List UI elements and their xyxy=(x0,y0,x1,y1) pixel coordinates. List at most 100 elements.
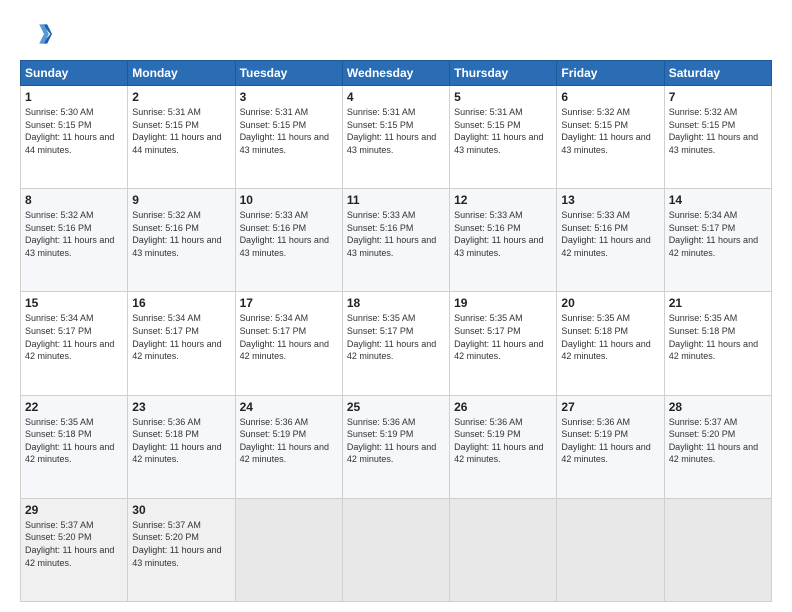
calendar-cell: 29 Sunrise: 5:37 AMSunset: 5:20 PMDayligh… xyxy=(21,498,128,601)
calendar-cell: 13Sunrise: 5:33 AMSunset: 5:16 PMDayligh… xyxy=(557,189,664,292)
day-info: Sunrise: 5:36 AMSunset: 5:18 PMDaylight:… xyxy=(132,416,230,466)
calendar-cell: 3 Sunrise: 5:31 AMSunset: 5:15 PMDaylight… xyxy=(235,86,342,189)
day-number: 18 xyxy=(347,296,445,310)
calendar-cell: 12 Sunrise: 5:33 AMSunset: 5:16 PMDayligh… xyxy=(450,189,557,292)
day-info: Sunrise: 5:34 AMSunset: 5:17 PMDaylight:… xyxy=(669,209,767,259)
day-info: Sunrise: 5:35 AMSunset: 5:17 PMDaylight:… xyxy=(347,312,445,362)
logo-icon xyxy=(20,18,52,50)
day-header-wednesday: Wednesday xyxy=(342,61,449,86)
day-info: Sunrise: 5:30 AMSunset: 5:15 PMDaylight:… xyxy=(25,106,123,156)
day-info: Sunrise: 5:33 AMSunset: 5:16 PMDaylight:… xyxy=(454,209,552,259)
day-info: Sunrise: 5:31 AMSunset: 5:15 PMDaylight:… xyxy=(132,106,230,156)
calendar-cell: 8Sunrise: 5:32 AMSunset: 5:16 PMDaylight… xyxy=(21,189,128,292)
day-info: Sunrise: 5:33 AMSunset: 5:16 PMDaylight:… xyxy=(347,209,445,259)
calendar-cell: 27 Sunrise: 5:36 AMSunset: 5:19 PMDayligh… xyxy=(557,395,664,498)
day-info: Sunrise: 5:35 AMSunset: 5:17 PMDaylight:… xyxy=(454,312,552,362)
calendar-cell xyxy=(450,498,557,601)
calendar-week-row: 22Sunrise: 5:35 AMSunset: 5:18 PMDayligh… xyxy=(21,395,772,498)
day-number: 13 xyxy=(561,193,659,207)
day-info: Sunrise: 5:32 AMSunset: 5:16 PMDaylight:… xyxy=(132,209,230,259)
day-number: 29 xyxy=(25,503,123,517)
calendar-cell: 19 Sunrise: 5:35 AMSunset: 5:17 PMDayligh… xyxy=(450,292,557,395)
day-info: Sunrise: 5:34 AMSunset: 5:17 PMDaylight:… xyxy=(25,312,123,362)
day-number: 9 xyxy=(132,193,230,207)
calendar-cell: 11 Sunrise: 5:33 AMSunset: 5:16 PMDayligh… xyxy=(342,189,449,292)
calendar-cell: 25Sunrise: 5:36 AMSunset: 5:19 PMDayligh… xyxy=(342,395,449,498)
day-number: 19 xyxy=(454,296,552,310)
calendar-cell: 10Sunrise: 5:33 AMSunset: 5:16 PMDayligh… xyxy=(235,189,342,292)
calendar-cell: 16 Sunrise: 5:34 AMSunset: 5:17 PMDayligh… xyxy=(128,292,235,395)
logo xyxy=(20,18,56,50)
calendar-cell: 24 Sunrise: 5:36 AMSunset: 5:19 PMDayligh… xyxy=(235,395,342,498)
day-number: 23 xyxy=(132,400,230,414)
calendar-cell: 2 Sunrise: 5:31 AMSunset: 5:15 PMDaylight… xyxy=(128,86,235,189)
day-info: Sunrise: 5:35 AMSunset: 5:18 PMDaylight:… xyxy=(669,312,767,362)
calendar-cell xyxy=(664,498,771,601)
day-info: Sunrise: 5:31 AMSunset: 5:15 PMDaylight:… xyxy=(454,106,552,156)
calendar-header-row: SundayMondayTuesdayWednesdayThursdayFrid… xyxy=(21,61,772,86)
day-number: 28 xyxy=(669,400,767,414)
day-header-saturday: Saturday xyxy=(664,61,771,86)
calendar-cell: 15 Sunrise: 5:34 AMSunset: 5:17 PMDayligh… xyxy=(21,292,128,395)
calendar-cell: 23 Sunrise: 5:36 AMSunset: 5:18 PMDayligh… xyxy=(128,395,235,498)
day-number: 16 xyxy=(132,296,230,310)
day-info: Sunrise: 5:35 AMSunset: 5:18 PMDaylight:… xyxy=(25,416,123,466)
day-header-friday: Friday xyxy=(557,61,664,86)
calendar-cell xyxy=(342,498,449,601)
day-number: 7 xyxy=(669,90,767,104)
calendar-cell: 5 Sunrise: 5:31 AMSunset: 5:15 PMDaylight… xyxy=(450,86,557,189)
day-info: Sunrise: 5:34 AMSunset: 5:17 PMDaylight:… xyxy=(240,312,338,362)
calendar-cell: 9 Sunrise: 5:32 AMSunset: 5:16 PMDaylight… xyxy=(128,189,235,292)
calendar-cell xyxy=(557,498,664,601)
day-info: Sunrise: 5:31 AMSunset: 5:15 PMDaylight:… xyxy=(240,106,338,156)
day-info: Sunrise: 5:37 AMSunset: 5:20 PMDaylight:… xyxy=(25,519,123,569)
calendar-cell xyxy=(235,498,342,601)
day-info: Sunrise: 5:31 AMSunset: 5:15 PMDaylight:… xyxy=(347,106,445,156)
day-number: 15 xyxy=(25,296,123,310)
calendar-cell: 14Sunrise: 5:34 AMSunset: 5:17 PMDayligh… xyxy=(664,189,771,292)
day-info: Sunrise: 5:36 AMSunset: 5:19 PMDaylight:… xyxy=(561,416,659,466)
day-number: 12 xyxy=(454,193,552,207)
header xyxy=(20,18,772,50)
day-info: Sunrise: 5:35 AMSunset: 5:18 PMDaylight:… xyxy=(561,312,659,362)
day-info: Sunrise: 5:33 AMSunset: 5:16 PMDaylight:… xyxy=(240,209,338,259)
calendar-cell: 6Sunrise: 5:32 AMSunset: 5:15 PMDaylight… xyxy=(557,86,664,189)
calendar-cell: 22Sunrise: 5:35 AMSunset: 5:18 PMDayligh… xyxy=(21,395,128,498)
calendar-cell: 28 Sunrise: 5:37 AMSunset: 5:20 PMDayligh… xyxy=(664,395,771,498)
day-number: 2 xyxy=(132,90,230,104)
day-info: Sunrise: 5:37 AMSunset: 5:20 PMDaylight:… xyxy=(132,519,230,569)
day-number: 24 xyxy=(240,400,338,414)
day-header-sunday: Sunday xyxy=(21,61,128,86)
calendar-week-row: 1Sunrise: 5:30 AMSunset: 5:15 PMDaylight… xyxy=(21,86,772,189)
day-number: 26 xyxy=(454,400,552,414)
day-info: Sunrise: 5:32 AMSunset: 5:16 PMDaylight:… xyxy=(25,209,123,259)
day-info: Sunrise: 5:36 AMSunset: 5:19 PMDaylight:… xyxy=(240,416,338,466)
day-number: 3 xyxy=(240,90,338,104)
calendar-cell: 17Sunrise: 5:34 AMSunset: 5:17 PMDayligh… xyxy=(235,292,342,395)
calendar-cell: 20 Sunrise: 5:35 AMSunset: 5:18 PMDayligh… xyxy=(557,292,664,395)
day-number: 4 xyxy=(347,90,445,104)
day-info: Sunrise: 5:36 AMSunset: 5:19 PMDaylight:… xyxy=(454,416,552,466)
calendar-table: SundayMondayTuesdayWednesdayThursdayFrid… xyxy=(20,60,772,602)
calendar-cell: 26 Sunrise: 5:36 AMSunset: 5:19 PMDayligh… xyxy=(450,395,557,498)
day-info: Sunrise: 5:37 AMSunset: 5:20 PMDaylight:… xyxy=(669,416,767,466)
calendar-cell: 21 Sunrise: 5:35 AMSunset: 5:18 PMDayligh… xyxy=(664,292,771,395)
day-header-thursday: Thursday xyxy=(450,61,557,86)
day-number: 21 xyxy=(669,296,767,310)
calendar-week-row: 29 Sunrise: 5:37 AMSunset: 5:20 PMDayligh… xyxy=(21,498,772,601)
calendar-cell: 30Sunrise: 5:37 AMSunset: 5:20 PMDayligh… xyxy=(128,498,235,601)
day-header-tuesday: Tuesday xyxy=(235,61,342,86)
day-info: Sunrise: 5:34 AMSunset: 5:17 PMDaylight:… xyxy=(132,312,230,362)
calendar-cell: 4 Sunrise: 5:31 AMSunset: 5:15 PMDaylight… xyxy=(342,86,449,189)
calendar-week-row: 15 Sunrise: 5:34 AMSunset: 5:17 PMDayligh… xyxy=(21,292,772,395)
calendar-cell: 7 Sunrise: 5:32 AMSunset: 5:15 PMDaylight… xyxy=(664,86,771,189)
day-number: 11 xyxy=(347,193,445,207)
day-number: 27 xyxy=(561,400,659,414)
page: SundayMondayTuesdayWednesdayThursdayFrid… xyxy=(0,0,792,612)
calendar-cell: 1Sunrise: 5:30 AMSunset: 5:15 PMDaylight… xyxy=(21,86,128,189)
day-info: Sunrise: 5:32 AMSunset: 5:15 PMDaylight:… xyxy=(669,106,767,156)
day-number: 5 xyxy=(454,90,552,104)
day-number: 20 xyxy=(561,296,659,310)
day-header-monday: Monday xyxy=(128,61,235,86)
day-number: 25 xyxy=(347,400,445,414)
